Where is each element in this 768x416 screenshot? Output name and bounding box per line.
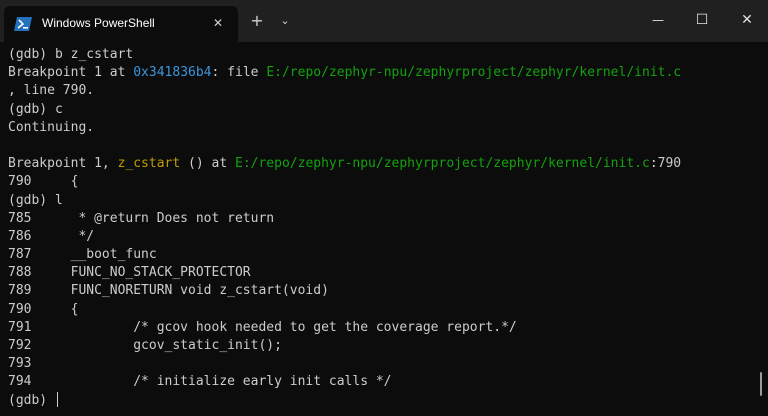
powershell-icon — [14, 16, 32, 31]
terminal-line: (gdb) c — [8, 101, 63, 117]
terminal-line: 787 __boot_func — [8, 247, 157, 263]
terminal-line: 788 FUNC_NO_STACK_PROTECTOR — [8, 265, 251, 281]
tab-title: Windows PowerShell — [42, 16, 155, 30]
tab-windows-powershell[interactable]: Windows PowerShell ✕ — [4, 6, 238, 42]
close-window-icon[interactable]: ✕ — [735, 8, 759, 32]
terminal-line: 789 FUNC_NORETURN void z_cstart(void) — [8, 283, 329, 299]
breakpoint-address: 0x341836b4 — [133, 65, 212, 81]
line-text: () at — [180, 156, 235, 172]
terminal-window: Windows PowerShell ✕ + ⌄ — ☐ ✕ (gdb) b z… — [0, 0, 768, 416]
terminal-line: Breakpoint 1, z_cstart () at E:/repo/zep… — [8, 155, 754, 173]
gdb-prompt: (gdb) — [8, 392, 55, 408]
prompt-line[interactable]: (gdb) — [8, 391, 754, 410]
terminal-line: 790 { — [8, 301, 79, 317]
title-bar: Windows PowerShell ✕ + ⌄ — ☐ ✕ — [0, 0, 768, 42]
new-tab-icon[interactable]: + — [248, 12, 266, 30]
maximize-icon[interactable]: ☐ — [690, 8, 714, 32]
terminal-output[interactable]: (gdb) b z_cstart Breakpoint 1 at 0x34183… — [0, 42, 768, 416]
source-path: E:/repo/zephyr-npu/zephyrproject/zephyr/… — [235, 156, 650, 172]
terminal-line: 791 /* gcov hook needed to get the cover… — [8, 319, 517, 335]
text-cursor — [56, 391, 58, 407]
terminal-line: (gdb) l — [8, 192, 63, 208]
function-name: z_cstart — [117, 156, 181, 172]
terminal-line: Breakpoint 1 at 0x341836b4: file E:/repo… — [8, 64, 754, 82]
scrollbar-thumb[interactable] — [760, 372, 762, 396]
terminal-line: 794 /* initialize early init calls */ — [8, 374, 392, 390]
terminal-line: 785 * @return Does not return — [8, 210, 275, 226]
source-path: E:/repo/zephyr-npu/zephyrproject/zephyr/… — [266, 65, 682, 81]
chevron-down-icon[interactable]: ⌄ — [276, 12, 294, 30]
line-text: : file — [211, 65, 267, 81]
line-text: :790 — [649, 156, 682, 172]
terminal-line: 792 gcov_static_init(); — [8, 338, 282, 353]
line-text: Breakpoint 1 at — [8, 65, 134, 81]
close-tab-icon[interactable]: ✕ — [209, 14, 227, 32]
terminal-line: Continuing. — [8, 119, 95, 135]
terminal-line: 790 { — [8, 174, 79, 190]
terminal-line: (gdb) b z_cstart — [8, 47, 134, 62]
line-text: Breakpoint 1, — [8, 156, 118, 172]
terminal-line: , line 790. — [8, 83, 95, 99]
minimize-icon[interactable]: — — [646, 8, 670, 32]
terminal-line: 786 */ — [8, 228, 95, 244]
terminal-line: 793 — [8, 356, 32, 372]
